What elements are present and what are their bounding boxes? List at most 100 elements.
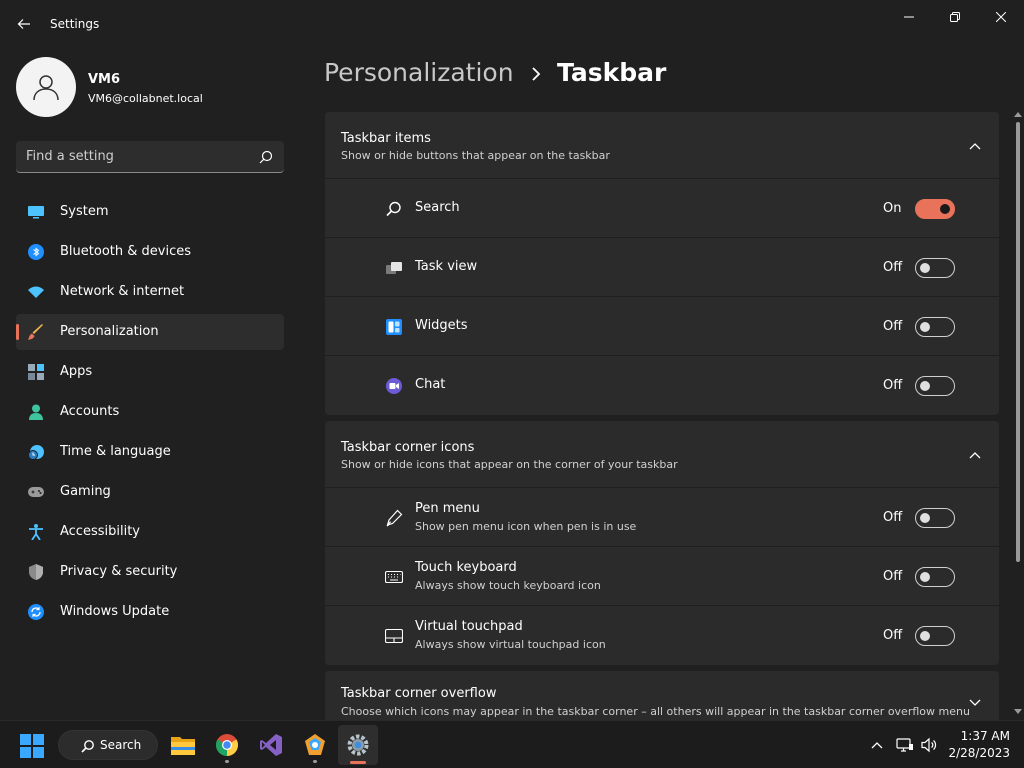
section-title: Taskbar items xyxy=(341,131,431,146)
toggle-state: Off xyxy=(883,260,903,275)
widgets-toggle[interactable] xyxy=(915,317,955,337)
visual-studio-icon xyxy=(260,734,282,756)
settings-content: Taskbar items Show or hide buttons that … xyxy=(325,112,999,737)
chrome-icon xyxy=(216,734,238,756)
apps-icon xyxy=(28,364,44,380)
monitor-icon xyxy=(28,206,44,219)
touch-keyboard-toggle[interactable] xyxy=(915,567,955,587)
gamepad-icon xyxy=(28,487,44,497)
taskbar-corner-icons-header[interactable]: Taskbar corner icons Show or hide icons … xyxy=(325,421,999,488)
search-input[interactable] xyxy=(16,141,256,172)
restore-button[interactable] xyxy=(932,4,978,30)
touch-keyboard-setting-row: Touch keyboard Always show touch keyboar… xyxy=(325,547,999,606)
minimize-icon xyxy=(904,16,914,18)
volume-icon[interactable] xyxy=(920,736,938,754)
taskbar-clock-time[interactable]: 1:37 AM xyxy=(960,729,1010,743)
widgets-icon xyxy=(386,319,402,335)
settings-taskbar-button[interactable] xyxy=(338,725,378,765)
chat-setting-row: Chat Off xyxy=(325,356,999,415)
sidebar-item-personalization[interactable]: Personalization xyxy=(16,314,284,350)
network-icon[interactable] xyxy=(896,736,914,754)
search-setting-row: Search On xyxy=(325,179,999,238)
widgets-setting-row: Widgets Off xyxy=(325,297,999,356)
bluetooth-icon xyxy=(28,244,44,260)
scroll-down-arrow-icon[interactable] xyxy=(1013,708,1023,716)
user-name: VM6 xyxy=(88,72,121,87)
sidebar-item-privacy[interactable]: Privacy & security xyxy=(16,554,284,590)
windows-taskbar: Search 1:37 AM 2/28/2023 xyxy=(0,720,1024,768)
back-button[interactable] xyxy=(14,14,34,34)
virtual-touchpad-toggle[interactable] xyxy=(915,626,955,646)
settings-search[interactable] xyxy=(16,141,284,173)
sidebar-item-label: Gaming xyxy=(60,484,111,499)
chat-toggle[interactable] xyxy=(915,376,955,396)
chevron-up-icon[interactable] xyxy=(870,738,884,752)
sidebar-item-label: Apps xyxy=(60,364,93,379)
pen-menu-setting-row: Pen menu Show pen menu icon when pen is … xyxy=(325,488,999,547)
taskbar-clock-date[interactable]: 2/28/2023 xyxy=(944,746,1010,760)
chevron-right-icon xyxy=(532,67,541,81)
sidebar-item-accessibility[interactable]: Accessibility xyxy=(16,514,284,550)
app-taskbar-button[interactable] xyxy=(301,731,329,763)
clock-globe-icon xyxy=(28,445,44,460)
touchpad-icon xyxy=(385,628,403,644)
setting-label: Task view xyxy=(415,259,478,274)
setting-label: Widgets xyxy=(415,318,468,333)
windows-start-icon[interactable] xyxy=(20,734,44,758)
page-title: Taskbar xyxy=(557,58,667,87)
sidebar-item-label: Accounts xyxy=(60,404,120,419)
scrollbar-thumb[interactable] xyxy=(1016,122,1020,562)
task-view-icon xyxy=(386,262,402,274)
sidebar-item-label: Privacy & security xyxy=(60,564,178,579)
chrome-taskbar-button[interactable] xyxy=(213,731,241,763)
sidebar-item-time-language[interactable]: Time & language xyxy=(16,434,284,470)
search-toggle[interactable] xyxy=(915,199,955,219)
setting-description: Always show touch keyboard icon xyxy=(415,579,601,592)
folder-icon xyxy=(171,737,195,755)
toggle-state: Off xyxy=(883,319,903,334)
active-indicator xyxy=(350,761,366,764)
visual-studio-taskbar-button[interactable] xyxy=(257,731,285,759)
toggle-state: Off xyxy=(883,378,903,393)
chevron-up-icon xyxy=(969,452,981,459)
sidebar-item-label: System xyxy=(60,204,109,219)
breadcrumb-parent[interactable]: Personalization xyxy=(324,58,514,87)
sidebar-item-label: Accessibility xyxy=(60,524,140,539)
sidebar-item-apps[interactable]: Apps xyxy=(16,354,284,390)
setting-description: Always show virtual touchpad icon xyxy=(415,638,606,651)
title-bar: Settings xyxy=(0,0,1024,48)
sidebar-item-bluetooth[interactable]: Bluetooth & devices xyxy=(16,234,284,270)
sidebar-item-system[interactable]: System xyxy=(16,194,284,230)
taskbar-search-button[interactable]: Search xyxy=(58,730,158,760)
setting-label: Virtual touchpad xyxy=(415,619,523,634)
sidebar-item-gaming[interactable]: Gaming xyxy=(16,474,284,510)
colorful-app-icon xyxy=(305,734,325,755)
brush-icon xyxy=(28,324,43,340)
virtual-touchpad-setting-row: Virtual touchpad Always show virtual tou… xyxy=(325,606,999,665)
restore-icon xyxy=(950,12,960,22)
minimize-button[interactable] xyxy=(886,4,932,30)
search-icon xyxy=(81,740,94,753)
taskbar-search-label: Search xyxy=(100,738,142,752)
sidebar-item-windows-update[interactable]: Windows Update xyxy=(16,594,284,630)
avatar xyxy=(16,57,76,117)
running-indicator xyxy=(313,760,317,763)
setting-label: Chat xyxy=(415,377,446,392)
task-view-toggle[interactable] xyxy=(915,258,955,278)
sidebar-item-accounts[interactable]: Accounts xyxy=(16,394,284,430)
close-button[interactable] xyxy=(978,4,1024,30)
taskbar-items-header[interactable]: Taskbar items Show or hide buttons that … xyxy=(325,112,999,179)
toggle-state: Off xyxy=(883,510,903,525)
sidebar-item-network[interactable]: Network & internet xyxy=(16,274,284,310)
chevron-up-icon xyxy=(969,143,981,150)
setting-description: Show pen menu icon when pen is in use xyxy=(415,520,637,533)
chevron-down-icon xyxy=(969,699,981,706)
scroll-up-arrow-icon[interactable] xyxy=(1013,110,1023,118)
file-explorer-taskbar-button[interactable] xyxy=(169,731,197,759)
setting-label: Pen menu xyxy=(415,501,480,516)
pen-menu-toggle[interactable] xyxy=(915,508,955,528)
arrow-left-icon xyxy=(17,19,30,29)
person-icon xyxy=(29,404,43,420)
sidebar-item-label: Time & language xyxy=(60,444,171,459)
toggle-state: Off xyxy=(883,569,903,584)
